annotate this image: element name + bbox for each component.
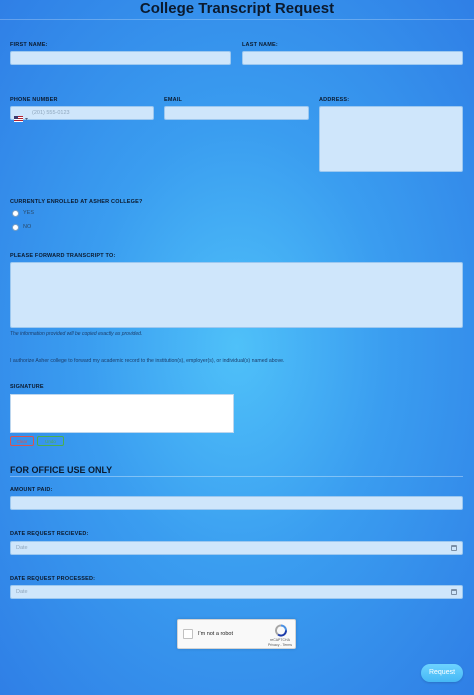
page-title: College Transcript Request (139, 0, 335, 17)
calendar-icon[interactable] (451, 589, 457, 595)
enrolled-no-label: NO (23, 224, 32, 230)
signature-label: SIGNATURE (10, 384, 44, 390)
enrolled-yes-label: YES (23, 210, 35, 216)
forward-textarea[interactable] (10, 262, 463, 328)
phone-placeholder: (201) 555-0123 (32, 110, 70, 116)
recaptcha-brand: reCAPTCHA (270, 638, 290, 642)
date-received-placeholder: Date (16, 545, 28, 551)
forward-note: The information provided will be copied … (10, 331, 143, 337)
address-textarea[interactable] (319, 106, 463, 172)
email-input[interactable] (164, 106, 309, 120)
date-processed-label: DATE REQUEST PROCESSED: (10, 576, 96, 582)
calendar-icon[interactable] (451, 545, 457, 551)
us-flag-icon (14, 116, 28, 122)
first-name-input[interactable] (10, 51, 231, 65)
enrolled-no-radio[interactable] (12, 224, 19, 231)
last-name-input[interactable] (242, 51, 463, 65)
recaptcha-widget: I'm not a robot reCAPTCHA Privacy - Term… (177, 619, 296, 649)
signature-undo-button[interactable]: Undo (37, 436, 64, 446)
forward-label: PLEASE FORWARD TRANSCRIPT TO: (10, 253, 116, 259)
recaptcha-logo-icon (275, 624, 287, 637)
recaptcha-checkbox[interactable] (183, 629, 193, 639)
phone-label: PHONE NUMBER (10, 97, 58, 103)
amount-paid-input[interactable] (10, 496, 463, 510)
amount-paid-label: AMOUNT PAID: (10, 487, 53, 493)
last-name-label: LAST NAME: (242, 42, 278, 48)
signature-pad[interactable] (10, 394, 234, 433)
address-label: ADDRESS: (319, 97, 350, 103)
request-submit-button[interactable]: Request (421, 664, 463, 682)
signature-clear-button[interactable]: Clear (10, 436, 34, 446)
recaptcha-links[interactable]: Privacy - Terms (264, 643, 296, 647)
recaptcha-label: I'm not a robot (198, 631, 233, 637)
enrolled-yes-radio[interactable] (12, 210, 19, 217)
consent-text: I authorize Asher college to forward my … (10, 358, 285, 364)
date-received-input[interactable]: Date (10, 541, 463, 555)
email-label: EMAIL (164, 97, 183, 103)
country-select[interactable] (14, 110, 30, 122)
office-divider (10, 476, 463, 477)
enrolled-label: CURRENTLY ENROLLED AT ASHER COLLEGE? (10, 199, 143, 205)
date-processed-input[interactable]: Date (10, 585, 463, 599)
date-processed-placeholder: Date (16, 589, 28, 595)
title-divider (0, 19, 474, 20)
office-heading: FOR OFFICE USE ONLY (10, 465, 113, 475)
date-received-label: DATE REQUEST RECIEVED: (10, 531, 89, 537)
phone-input[interactable]: (201) 555-0123 (10, 106, 154, 122)
first-name-label: FIRST NAME: (10, 42, 48, 48)
